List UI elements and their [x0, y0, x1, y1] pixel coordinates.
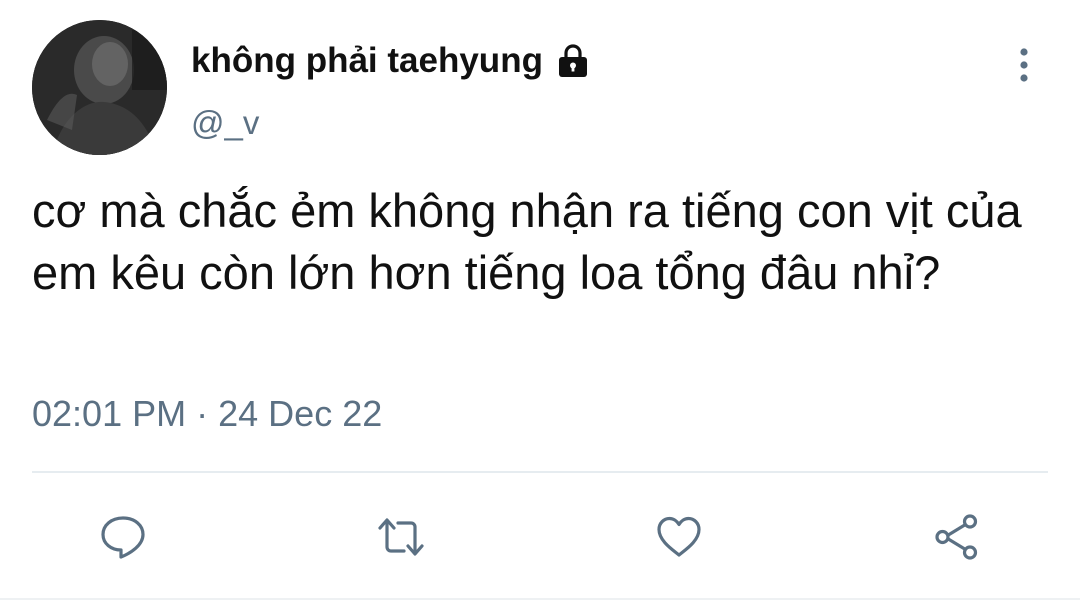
reply-button[interactable]: [91, 505, 155, 569]
reply-icon: [101, 516, 145, 559]
share-button[interactable]: [925, 505, 989, 569]
more-vertical-icon[interactable]: [1008, 44, 1040, 88]
divider: [32, 471, 1048, 473]
display-name-row: không phải taehyung: [191, 38, 593, 84]
tweet-actions: [0, 505, 1080, 569]
display-name[interactable]: không phải taehyung: [191, 41, 543, 81]
tweet-timestamp[interactable]: 02:01 PM · 24 Dec 22: [32, 393, 382, 435]
bottom-divider: [0, 598, 1080, 600]
tweet-time: 02:01 PM: [32, 393, 187, 434]
tweet-text: cơ mà chắc ẻm không nhận ra tiếng con vị…: [32, 184, 1022, 299]
retweet-button[interactable]: [369, 505, 433, 569]
avatar[interactable]: [32, 20, 167, 155]
lock-icon: [553, 41, 593, 81]
timestamp-separator: ·: [196, 393, 209, 434]
like-button[interactable]: [647, 505, 711, 569]
avatar-photo: [32, 20, 167, 155]
share-icon: [935, 514, 978, 560]
user-handle[interactable]: @_v: [191, 104, 259, 142]
tweet-date: 24 Dec 22: [218, 393, 383, 434]
tweet-card: không phải taehyung @_v cơ mà chắc ẻm kh…: [0, 0, 1080, 611]
retweet-icon: [378, 518, 424, 556]
heart-icon: [657, 516, 701, 557]
